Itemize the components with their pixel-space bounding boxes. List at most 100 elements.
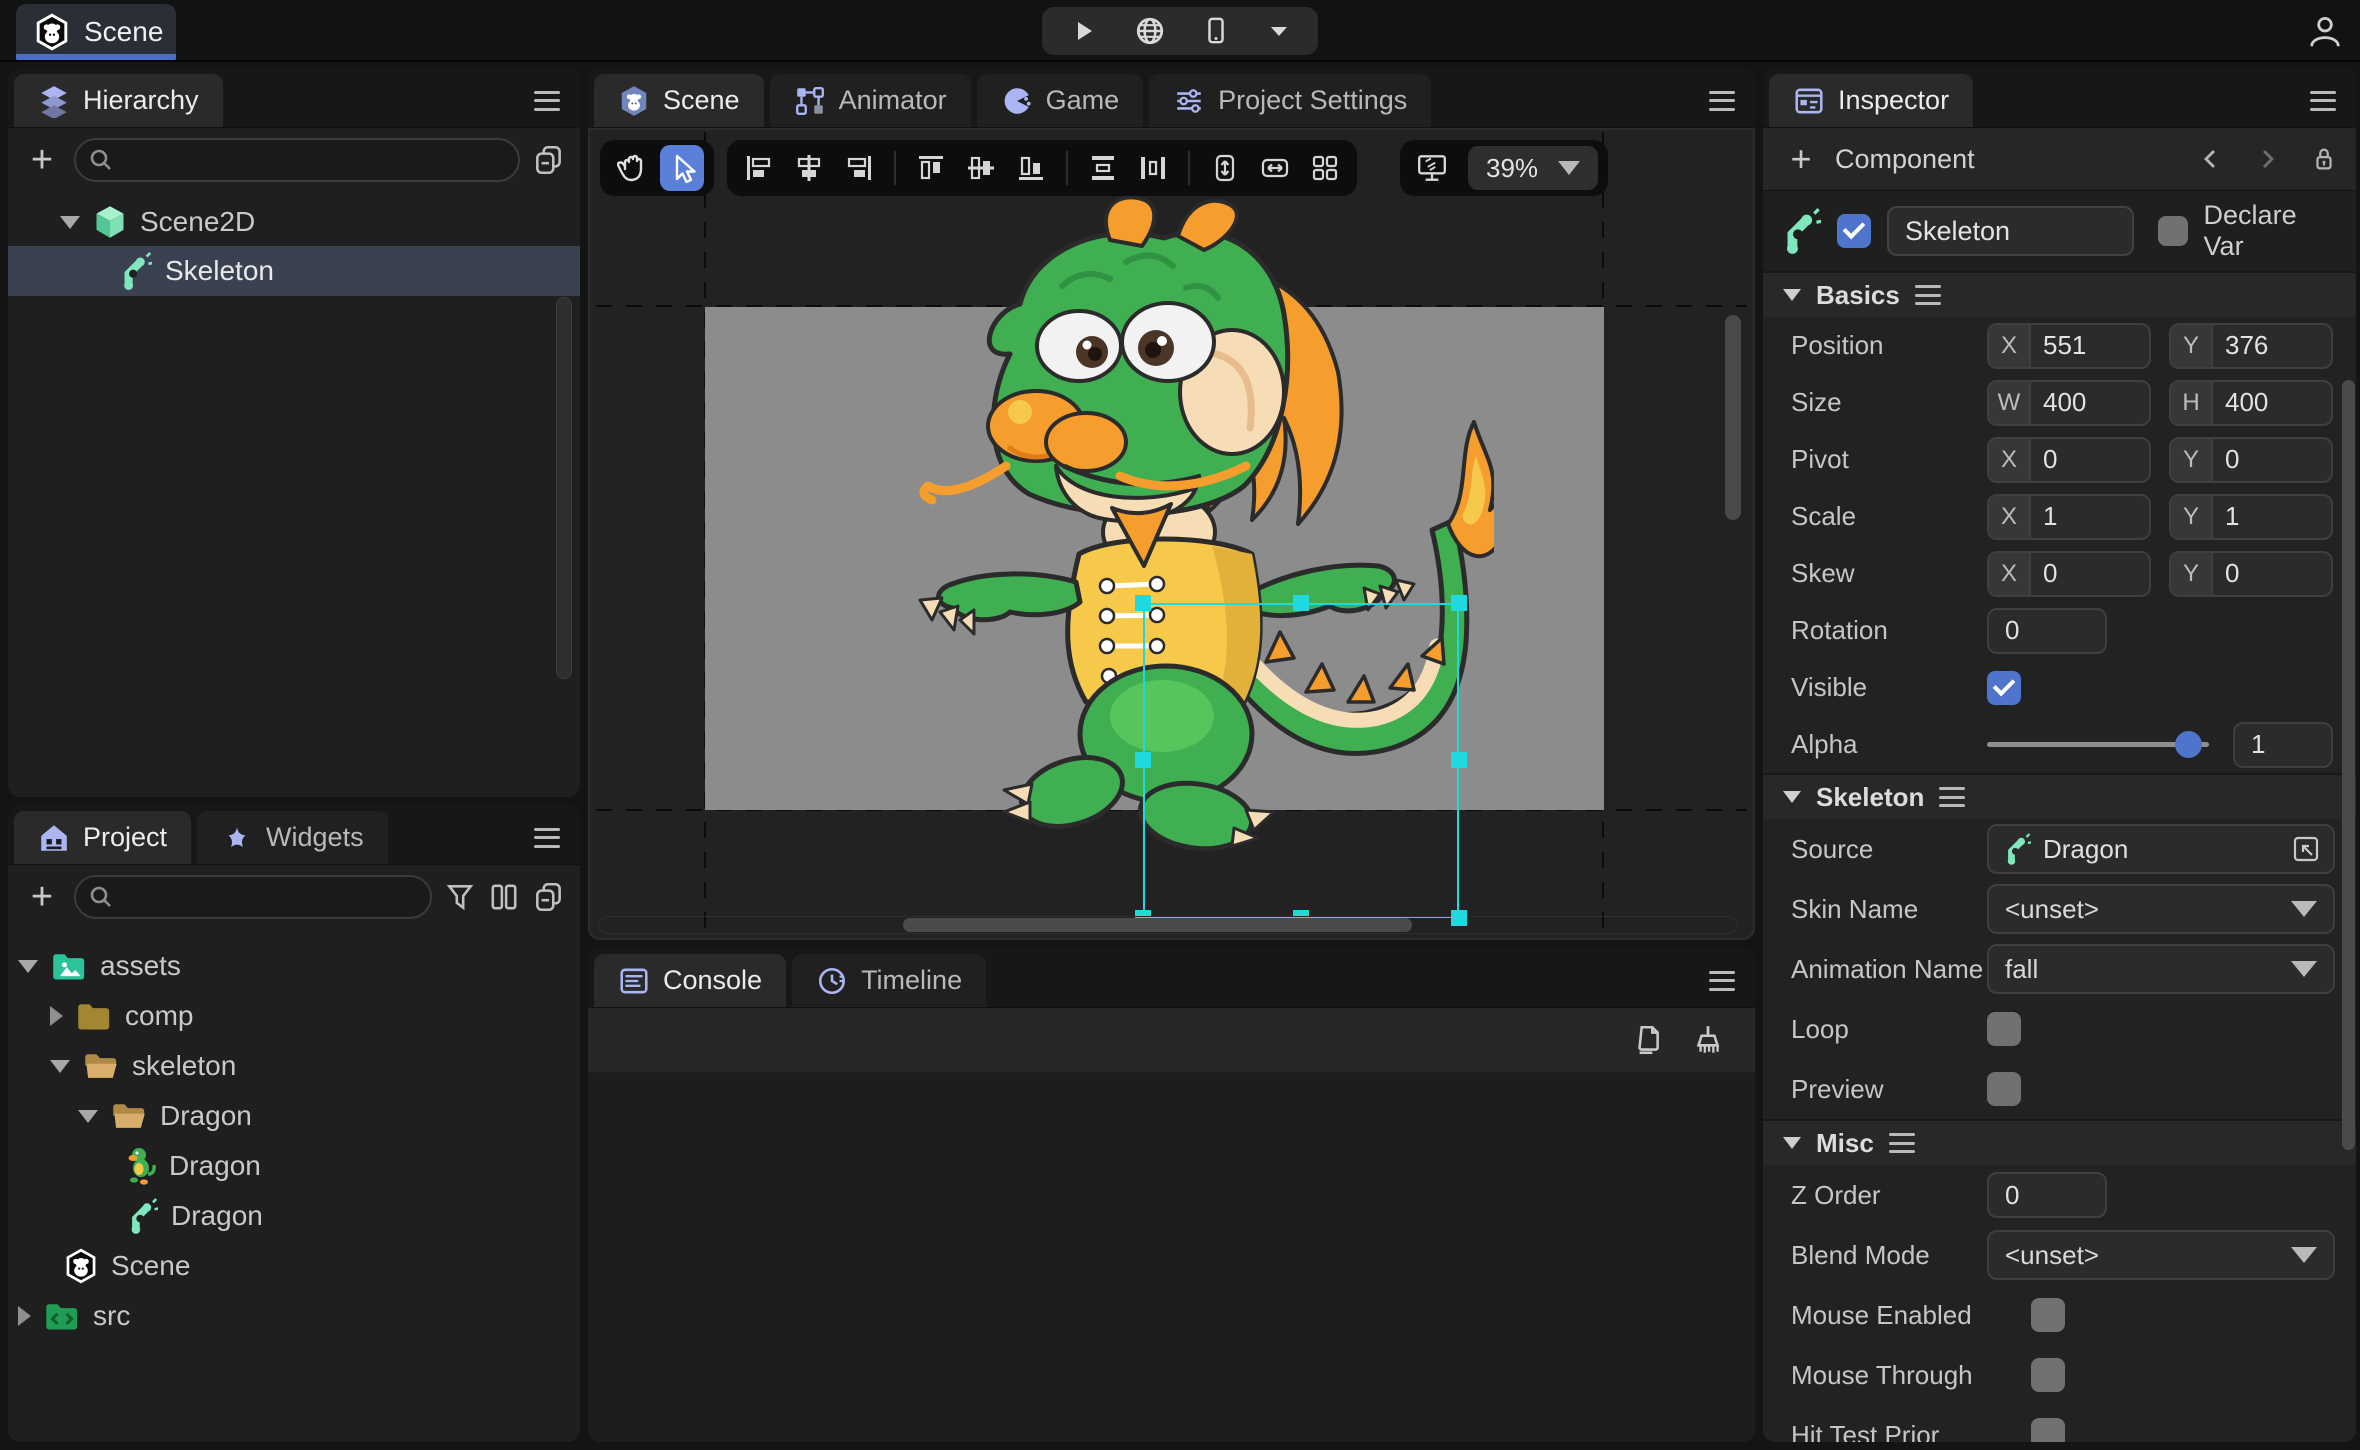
scale-x-field[interactable]: X1 <box>1987 494 2151 540</box>
mouse-through-checkbox[interactable] <box>2031 1358 2065 1392</box>
position-x-field[interactable]: X551 <box>1987 323 2151 369</box>
filter-icon[interactable] <box>444 881 476 913</box>
select-tool-icon[interactable] <box>660 145 704 191</box>
screen-adapt-icon[interactable] <box>1410 145 1454 191</box>
tab-project-settings[interactable]: Project Settings <box>1149 74 1431 127</box>
align-bottom-icon[interactable] <box>1009 145 1053 191</box>
tab-inspector[interactable]: Inspector <box>1769 74 1973 127</box>
pan-tool-icon[interactable] <box>610 145 654 191</box>
tab-animator[interactable]: Animator <box>770 74 971 127</box>
tree-item-assets[interactable]: assets <box>8 941 580 991</box>
rotation-field[interactable]: 0 <box>1987 608 2107 654</box>
tab-hierarchy[interactable]: Hierarchy <box>14 74 223 127</box>
copy-logs-icon[interactable] <box>1631 1023 1663 1057</box>
gizmo-handle-tm[interactable] <box>1293 595 1309 611</box>
panel-menu-icon[interactable] <box>534 91 560 111</box>
align-top-icon[interactable] <box>909 145 953 191</box>
panel-menu-icon[interactable] <box>2310 91 2336 111</box>
component-enabled-checkbox[interactable] <box>1837 214 1871 248</box>
zoom-dropdown[interactable]: 39% <box>1468 146 1598 190</box>
position-y-field[interactable]: Y376 <box>2169 323 2333 369</box>
tree-item-dragon-sprite[interactable]: Dragon <box>8 1141 580 1191</box>
blend-mode-dropdown[interactable]: <unset> <box>1987 1230 2335 1280</box>
tree-item-scene-file[interactable]: Scene <box>8 1241 580 1291</box>
z-order-field[interactable]: 0 <box>1987 1172 2107 1218</box>
alpha-field[interactable]: 1 <box>2233 722 2333 768</box>
chevron-left-icon[interactable] <box>2198 146 2224 172</box>
source-field[interactable]: Dragon <box>1987 824 2335 874</box>
tree-item-comp[interactable]: comp <box>8 991 580 1041</box>
duplicate-icon[interactable] <box>532 143 566 177</box>
tab-game[interactable]: Game <box>977 74 1144 127</box>
hit-test-checkbox[interactable] <box>2031 1418 2065 1442</box>
selection-bounds[interactable] <box>1143 603 1459 918</box>
canvas-vscrollbar-thumb[interactable] <box>1725 315 1741 520</box>
align-left-icon[interactable] <box>737 145 781 191</box>
tree-item-dragon-skeleton[interactable]: Dragon <box>8 1191 580 1241</box>
tab-scene[interactable]: Scene <box>594 74 764 127</box>
tab-project[interactable]: Project <box>14 811 191 864</box>
web-preview-icon[interactable] <box>1134 15 1166 47</box>
add-component-button[interactable]: + <box>1781 139 1821 179</box>
distribute-horizontal-icon[interactable] <box>1131 145 1175 191</box>
lock-icon[interactable] <box>2310 144 2338 174</box>
loop-checkbox[interactable] <box>1987 1012 2021 1046</box>
section-header-misc[interactable]: Misc <box>1763 1119 2356 1165</box>
align-middle-icon[interactable] <box>959 145 1003 191</box>
declare-var-checkbox[interactable] <box>2158 216 2188 246</box>
duplicate-icon[interactable] <box>532 880 566 914</box>
add-asset-button[interactable]: + <box>22 877 62 917</box>
play-icon[interactable] <box>1068 16 1098 46</box>
gizmo-handle-ml[interactable] <box>1135 752 1151 768</box>
grid-layout-icon[interactable] <box>1303 145 1347 191</box>
tree-item-dragon-folder[interactable]: Dragon <box>8 1091 580 1141</box>
clear-console-broom-icon[interactable] <box>1691 1023 1725 1057</box>
alpha-slider[interactable] <box>1987 742 2209 747</box>
component-name-input[interactable]: Skeleton <box>1887 206 2134 256</box>
section-menu-icon[interactable] <box>1915 285 1941 305</box>
align-right-icon[interactable] <box>837 145 881 191</box>
console-output[interactable] <box>588 1073 1755 1442</box>
scale-y-field[interactable]: Y1 <box>2169 494 2333 540</box>
pivot-x-field[interactable]: X0 <box>1987 437 2151 483</box>
project-search-input[interactable] <box>74 875 432 919</box>
canvas-hscrollbar-thumb[interactable] <box>903 918 1412 932</box>
size-h-field[interactable]: H400 <box>2169 380 2333 426</box>
tree-item-scene2d[interactable]: Scene2D <box>8 198 580 246</box>
add-node-button[interactable]: + <box>22 140 62 180</box>
section-menu-icon[interactable] <box>1889 1133 1915 1153</box>
size-w-field[interactable]: W400 <box>1987 380 2151 426</box>
scene-canvas[interactable]: 39% <box>588 128 1755 940</box>
visible-checkbox[interactable] <box>1987 671 2021 705</box>
panel-menu-icon[interactable] <box>1709 971 1735 991</box>
tree-item-skeleton[interactable]: Skeleton <box>8 246 580 296</box>
align-center-vertical-icon[interactable] <box>787 145 831 191</box>
skew-y-field[interactable]: Y0 <box>2169 551 2333 597</box>
window-tab-scene[interactable]: Scene <box>16 4 176 60</box>
animation-name-dropdown[interactable]: fall <box>1987 944 2335 994</box>
tab-widgets[interactable]: Widgets <box>197 811 388 864</box>
inspector-scrollbar[interactable] <box>2342 380 2355 1150</box>
gizmo-handle-mr[interactable] <box>1451 752 1467 768</box>
collapse-caret-icon[interactable] <box>60 216 80 229</box>
fit-height-icon[interactable] <box>1203 145 1247 191</box>
gizmo-handle-tl[interactable] <box>1135 595 1151 611</box>
panel-menu-icon[interactable] <box>1709 91 1735 111</box>
skew-x-field[interactable]: X0 <box>1987 551 2151 597</box>
gizmo-handle-br[interactable] <box>1451 910 1467 926</box>
chevron-right-icon[interactable] <box>2254 146 2280 172</box>
alpha-slider-thumb[interactable] <box>2175 731 2202 758</box>
skin-name-dropdown[interactable]: <unset> <box>1987 884 2335 934</box>
hierarchy-scrollbar[interactable] <box>556 297 572 679</box>
pick-asset-icon[interactable] <box>2291 834 2321 864</box>
preview-checkbox[interactable] <box>1987 1072 2021 1106</box>
hierarchy-search-input[interactable] <box>74 138 520 182</box>
columns-icon[interactable] <box>488 881 520 913</box>
mobile-preview-icon[interactable] <box>1202 15 1230 47</box>
fit-width-icon[interactable] <box>1253 145 1297 191</box>
tab-console[interactable]: Console <box>594 954 786 1007</box>
section-header-skeleton[interactable]: Skeleton <box>1763 773 2356 819</box>
tab-timeline[interactable]: Timeline <box>792 954 986 1007</box>
section-header-basics[interactable]: Basics <box>1763 271 2356 317</box>
mouse-enabled-checkbox[interactable] <box>2031 1298 2065 1332</box>
